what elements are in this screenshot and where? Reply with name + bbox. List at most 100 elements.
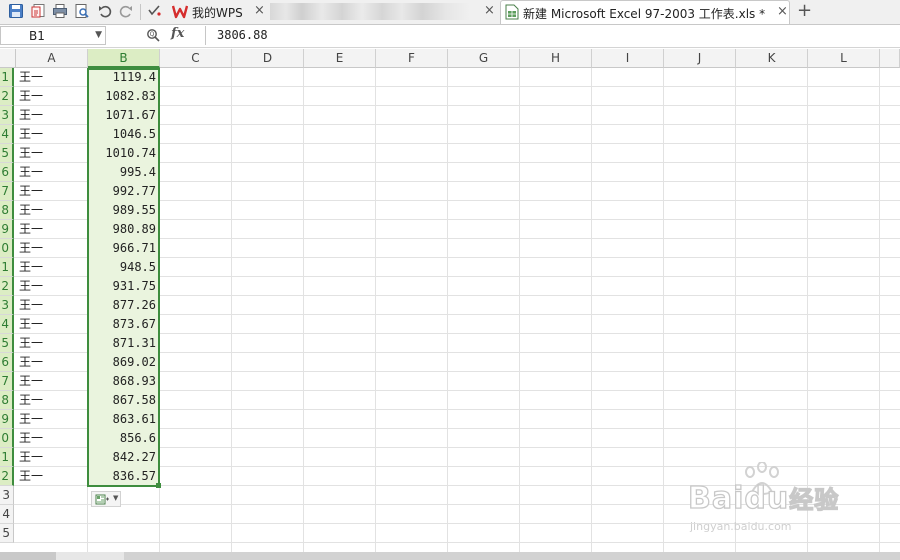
cell-a[interactable]: 王一 bbox=[17, 220, 87, 239]
row-header[interactable]: 7 bbox=[0, 372, 14, 391]
function-button[interactable]: fx bbox=[171, 26, 184, 41]
cell-b[interactable]: 856.6 bbox=[88, 429, 159, 448]
cell-a[interactable]: 王一 bbox=[17, 163, 87, 182]
tab-blurred[interactable]: × bbox=[270, 0, 498, 24]
row-header[interactable]: 1 bbox=[0, 448, 14, 467]
cell-b[interactable]: 877.26 bbox=[88, 296, 159, 315]
cell-a[interactable]: 王一 bbox=[17, 182, 87, 201]
cell-a[interactable]: 王一 bbox=[17, 315, 87, 334]
column-header-e[interactable]: E bbox=[304, 49, 376, 68]
cell-a[interactable]: 王一 bbox=[17, 448, 87, 467]
cell-b[interactable]: 992.77 bbox=[88, 182, 159, 201]
column-header-j[interactable]: J bbox=[664, 49, 736, 68]
dropdown-icon[interactable] bbox=[146, 3, 162, 19]
cell-a[interactable]: 王一 bbox=[17, 353, 87, 372]
cell-a[interactable]: 王一 bbox=[17, 334, 87, 353]
cell-b[interactable]: 980.89 bbox=[88, 220, 159, 239]
column-header-k[interactable]: K bbox=[736, 49, 808, 68]
column-header-b[interactable]: B bbox=[88, 49, 160, 68]
redo-icon[interactable] bbox=[118, 3, 134, 19]
column-header-i[interactable]: I bbox=[592, 49, 664, 68]
column-header-g[interactable]: G bbox=[448, 49, 520, 68]
cell-b[interactable]: 1071.67 bbox=[88, 106, 159, 125]
cell-b[interactable]: 836.57 bbox=[88, 467, 159, 486]
row-header[interactable]: 4 bbox=[0, 125, 14, 144]
column-header-l[interactable]: L bbox=[808, 49, 880, 68]
row-header[interactable]: 5 bbox=[0, 334, 14, 353]
cell-b[interactable]: 871.31 bbox=[88, 334, 159, 353]
cell-a[interactable]: 王一 bbox=[17, 125, 87, 144]
cell-b[interactable]: 966.71 bbox=[88, 239, 159, 258]
row-header[interactable]: 2 bbox=[0, 87, 14, 106]
column-header-a[interactable]: A bbox=[16, 49, 88, 68]
row-header[interactable]: 6 bbox=[0, 353, 14, 372]
cell-a[interactable]: 王一 bbox=[17, 391, 87, 410]
close-icon[interactable]: × bbox=[484, 3, 495, 18]
cell-a[interactable]: 王一 bbox=[17, 87, 87, 106]
select-all-corner[interactable] bbox=[0, 49, 16, 68]
row-header[interactable]: 8 bbox=[0, 391, 14, 410]
cell-b[interactable]: 948.5 bbox=[88, 258, 159, 277]
close-icon[interactable]: × bbox=[777, 4, 788, 19]
cell-a[interactable]: 王一 bbox=[17, 467, 87, 486]
cell-a[interactable]: 王一 bbox=[17, 429, 87, 448]
cell-a[interactable]: 王一 bbox=[17, 372, 87, 391]
cell-b[interactable]: 863.61 bbox=[88, 410, 159, 429]
cell-b[interactable]: 1082.83 bbox=[88, 87, 159, 106]
row-header[interactable]: 6 bbox=[0, 163, 14, 182]
print-preview-icon[interactable] bbox=[74, 3, 90, 19]
row-header[interactable]: 4 bbox=[0, 505, 14, 524]
cell-a[interactable]: 王一 bbox=[17, 144, 87, 163]
cell-b[interactable]: 868.93 bbox=[88, 372, 159, 391]
cell-b[interactable]: 1010.74 bbox=[88, 144, 159, 163]
row-header[interactable]: 3 bbox=[0, 296, 14, 315]
cell-b[interactable]: 931.75 bbox=[88, 277, 159, 296]
row-header[interactable]: 3 bbox=[0, 106, 14, 125]
row-header[interactable]: 1 bbox=[0, 68, 14, 87]
scrollbar-thumb[interactable] bbox=[124, 552, 900, 560]
cell-b[interactable]: 989.55 bbox=[88, 201, 159, 220]
cell-b[interactable]: 1046.5 bbox=[88, 125, 159, 144]
row-header[interactable]: 8 bbox=[0, 201, 14, 220]
paste-options-button[interactable]: ▼ bbox=[91, 491, 121, 507]
close-icon[interactable]: × bbox=[254, 3, 265, 18]
new-tab-button[interactable]: + bbox=[797, 0, 812, 22]
cell-a[interactable]: 王一 bbox=[17, 106, 87, 125]
formula-input[interactable]: 3806.88 bbox=[205, 26, 900, 45]
row-header[interactable]: 5 bbox=[0, 144, 14, 163]
row-header[interactable]: 9 bbox=[0, 410, 14, 429]
column-header-d[interactable]: D bbox=[232, 49, 304, 68]
cell-a[interactable]: 王一 bbox=[17, 277, 87, 296]
print-icon[interactable] bbox=[52, 3, 68, 19]
chevron-down-icon[interactable]: ▼ bbox=[95, 30, 102, 40]
cell-a[interactable]: 王一 bbox=[17, 296, 87, 315]
cell-b[interactable]: 873.67 bbox=[88, 315, 159, 334]
fill-handle[interactable] bbox=[156, 483, 161, 488]
row-header[interactable]: 0 bbox=[0, 429, 14, 448]
row-header[interactable]: 7 bbox=[0, 182, 14, 201]
row-header[interactable]: 1 bbox=[0, 258, 14, 277]
column-header-c[interactable]: C bbox=[160, 49, 232, 68]
row-header[interactable]: 5 bbox=[0, 524, 14, 543]
cell-b[interactable]: 867.58 bbox=[88, 391, 159, 410]
cell-a[interactable]: 王一 bbox=[17, 258, 87, 277]
cell-b[interactable]: 869.02 bbox=[88, 353, 159, 372]
row-header[interactable]: 3 bbox=[0, 486, 14, 505]
search-icon[interactable]: Q bbox=[146, 28, 160, 42]
row-header[interactable]: 2 bbox=[0, 277, 14, 296]
sheet-tab-scroll-area[interactable] bbox=[0, 552, 56, 560]
save-icon[interactable] bbox=[8, 3, 24, 19]
tab-excel-workbook[interactable]: 新建 Microsoft Excel 97-2003 工作表.xls * × bbox=[500, 0, 790, 24]
row-header[interactable]: 9 bbox=[0, 220, 14, 239]
export-icon[interactable] bbox=[30, 3, 46, 19]
cell-b[interactable]: 842.27 bbox=[88, 448, 159, 467]
cell-b[interactable]: 995.4 bbox=[88, 163, 159, 182]
row-header[interactable]: 0 bbox=[0, 239, 14, 258]
name-box[interactable]: B1 ▼ bbox=[0, 26, 106, 45]
undo-icon[interactable] bbox=[97, 3, 113, 19]
tab-my-wps[interactable]: 我的WPS × bbox=[168, 0, 268, 24]
cell-a[interactable]: 王一 bbox=[17, 68, 87, 87]
cell-a[interactable]: 王一 bbox=[17, 410, 87, 429]
column-header-f[interactable]: F bbox=[376, 49, 448, 68]
row-header[interactable]: 4 bbox=[0, 315, 14, 334]
